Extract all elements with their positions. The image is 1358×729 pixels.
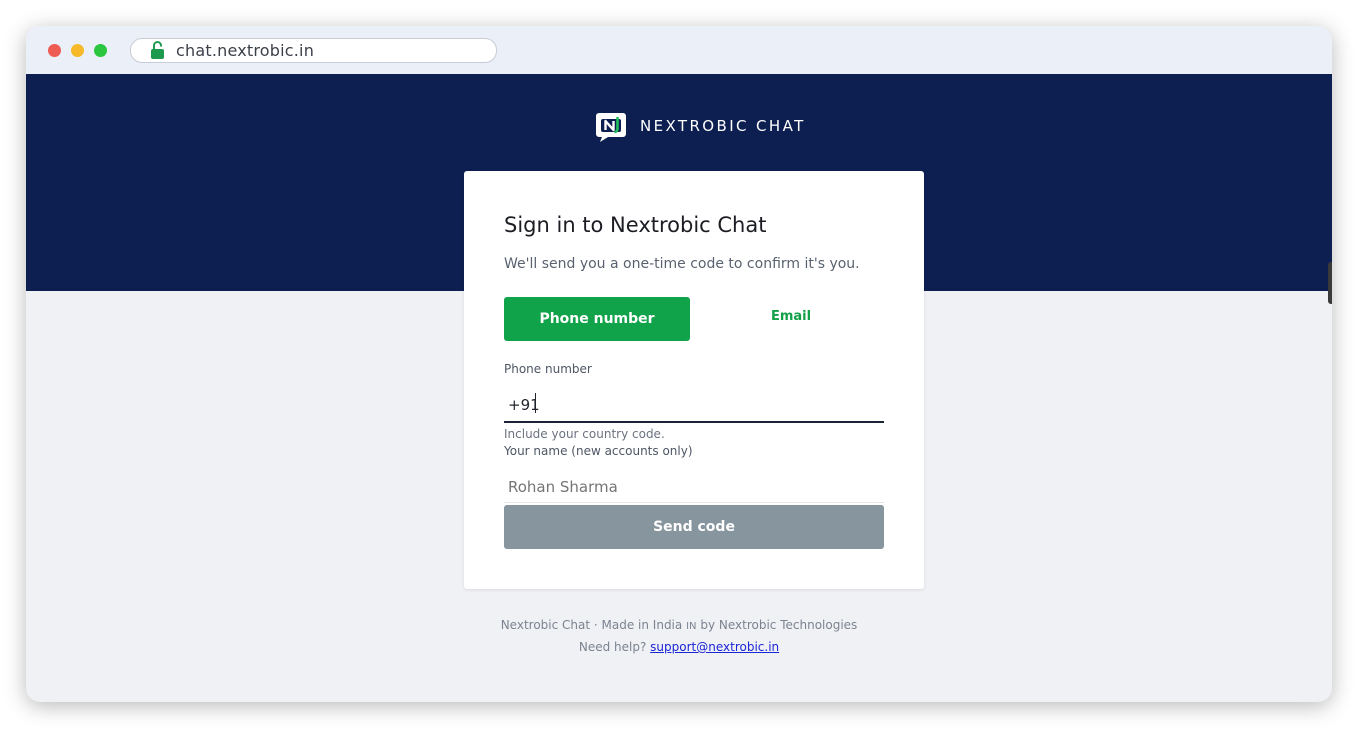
brand-name: NEXTROBIC CHAT [640, 117, 806, 135]
text-caret [535, 393, 536, 413]
minimize-window-button[interactable] [71, 44, 84, 57]
address-bar[interactable]: chat.nextrobic.in [130, 38, 497, 63]
lock-icon [150, 40, 165, 60]
signin-subtitle: We'll send you a one-time code to confir… [504, 256, 860, 272]
india-flag-icon: IN [686, 621, 697, 632]
browser-toolbar: chat.nextrobic.in [26, 26, 1332, 74]
phone-number-input[interactable] [504, 389, 884, 423]
chat-logo-icon [596, 113, 626, 142]
signin-card: Sign in to Nextrobic Chat We'll send you… [464, 171, 924, 589]
footer-credits-prefix: Nextrobic Chat · Made in India [500, 618, 683, 632]
footer-help: Need help? support@nextrobic.in [26, 637, 1332, 658]
page-title: Sign in to Nextrobic Chat [504, 213, 767, 237]
maximize-window-button[interactable] [94, 44, 107, 57]
name-label: Your name (new accounts only) [504, 444, 693, 458]
close-window-button[interactable] [48, 44, 61, 57]
scroll-handle[interactable] [1328, 262, 1332, 304]
footer-credits-suffix: by Nextrobic Technologies [700, 618, 858, 632]
send-code-button[interactable]: Send code [504, 505, 884, 549]
browser-window: chat.nextrobic.in NEXTROBIC CHAT Sign in… [26, 26, 1332, 702]
phone-number-label: Phone number [504, 362, 592, 376]
page-footer: Nextrobic Chat · Made in India IN by Nex… [26, 615, 1332, 658]
tab-email[interactable]: Email [750, 305, 832, 327]
footer-credits: Nextrobic Chat · Made in India IN by Nex… [26, 615, 1332, 637]
phone-hint: Include your country code. [504, 427, 665, 441]
name-input[interactable] [504, 471, 884, 503]
help-prefix: Need help? [578, 640, 647, 654]
support-email-link[interactable]: support@nextrobic.in [650, 640, 779, 654]
url-text: chat.nextrobic.in [176, 41, 315, 60]
tab-phone-number[interactable]: Phone number [504, 297, 690, 341]
